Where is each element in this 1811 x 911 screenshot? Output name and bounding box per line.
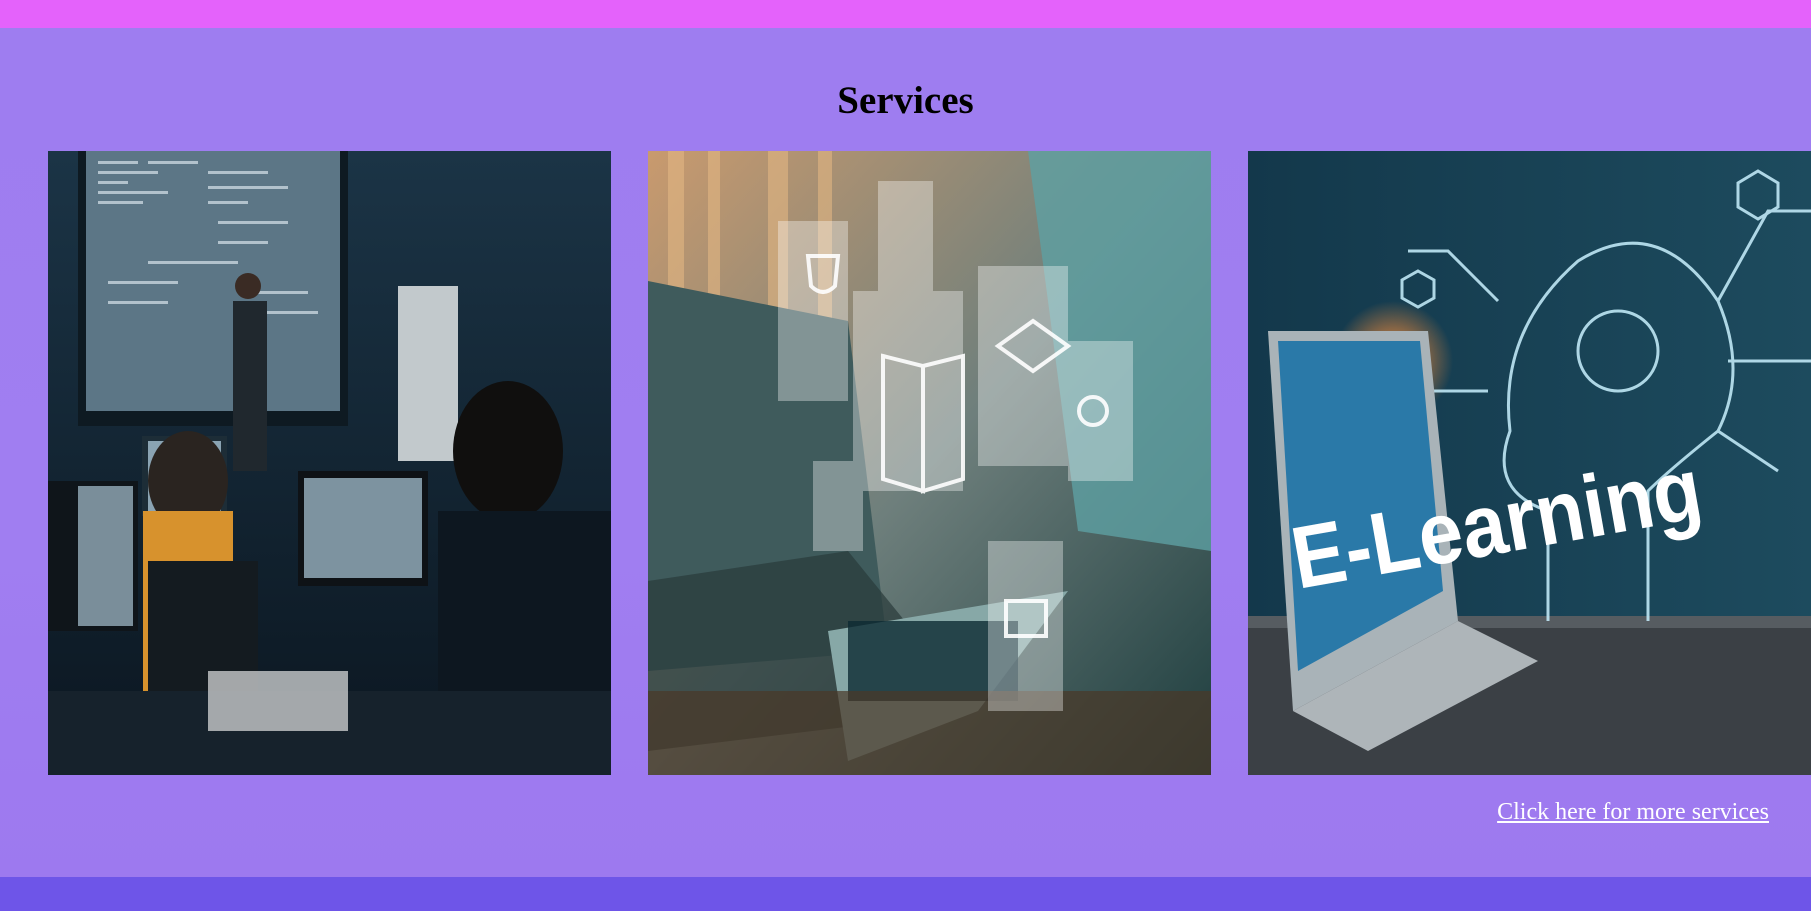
more-services-link[interactable]: Click here for more services (1497, 799, 1769, 826)
service-card-online-learning[interactable] (648, 151, 1211, 775)
section-title: Services (837, 79, 974, 122)
service-card-classroom[interactable] (48, 151, 611, 775)
bottom-bar (0, 877, 1811, 911)
service-card-e-learning[interactable]: E-Learning (1248, 151, 1811, 775)
elearning-image: E-Learning (1248, 151, 1811, 775)
top-bar (0, 0, 1811, 28)
classroom-image (48, 151, 611, 775)
laptop-image (648, 151, 1211, 775)
